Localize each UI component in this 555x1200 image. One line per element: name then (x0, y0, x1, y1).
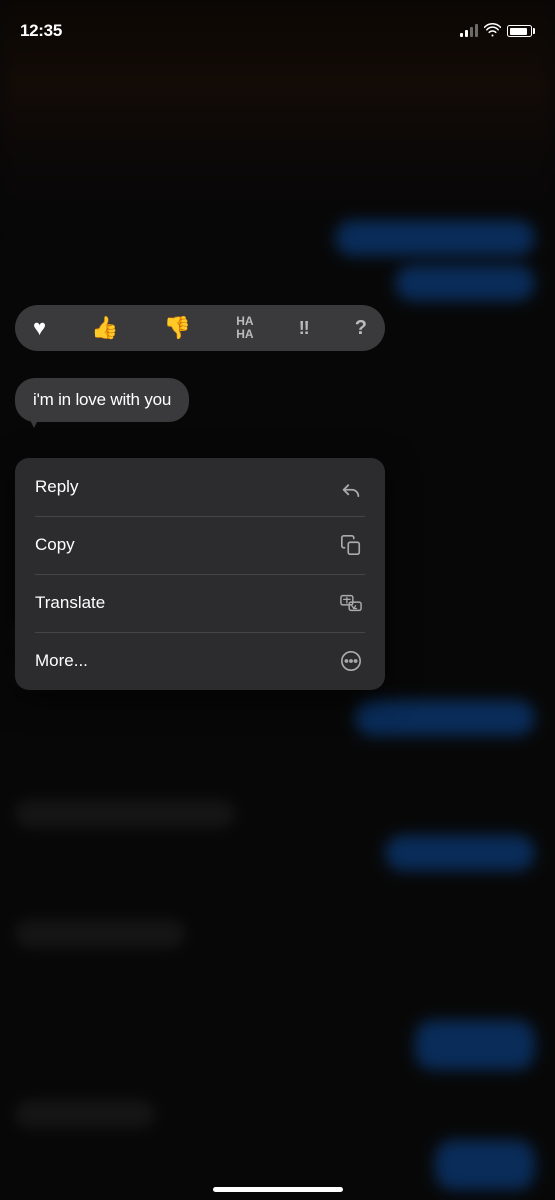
translate-icon (337, 589, 365, 617)
reaction-bar: ♥ 👍 👎 HAHA ‼ ? (15, 305, 385, 351)
home-indicator (213, 1187, 343, 1192)
copy-icon (337, 531, 365, 559)
context-menu-reply[interactable]: Reply (15, 458, 385, 516)
message-text: i'm in love with you (33, 390, 171, 409)
translate-label: Translate (35, 593, 105, 613)
status-time: 12:35 (20, 21, 62, 41)
status-bar: 12:35 (0, 0, 555, 50)
message-bubble: i'm in love with you (15, 378, 189, 422)
context-menu-translate[interactable]: Translate (15, 574, 385, 632)
signal-bars-icon (460, 25, 478, 37)
battery-icon (507, 25, 535, 37)
message-bubble-container: i'm in love with you (15, 378, 189, 422)
reaction-emphasize[interactable]: ‼ (299, 318, 310, 339)
more-label: More... (35, 651, 88, 671)
wifi-icon (484, 23, 501, 40)
status-icons (460, 23, 535, 40)
reaction-thumbsup[interactable]: 👍 (91, 315, 118, 341)
reply-label: Reply (35, 477, 78, 497)
context-menu-more[interactable]: More... (15, 632, 385, 690)
copy-label: Copy (35, 535, 75, 555)
reaction-question[interactable]: ? (355, 317, 367, 340)
reaction-haha[interactable]: HAHA (236, 315, 253, 341)
reaction-thumbsdown[interactable]: 👎 (164, 315, 191, 341)
context-menu: Reply Copy Translate (15, 458, 385, 690)
reply-icon (337, 473, 365, 501)
more-icon (337, 647, 365, 675)
reaction-heart[interactable]: ♥ (33, 315, 46, 341)
context-menu-copy[interactable]: Copy (15, 516, 385, 574)
